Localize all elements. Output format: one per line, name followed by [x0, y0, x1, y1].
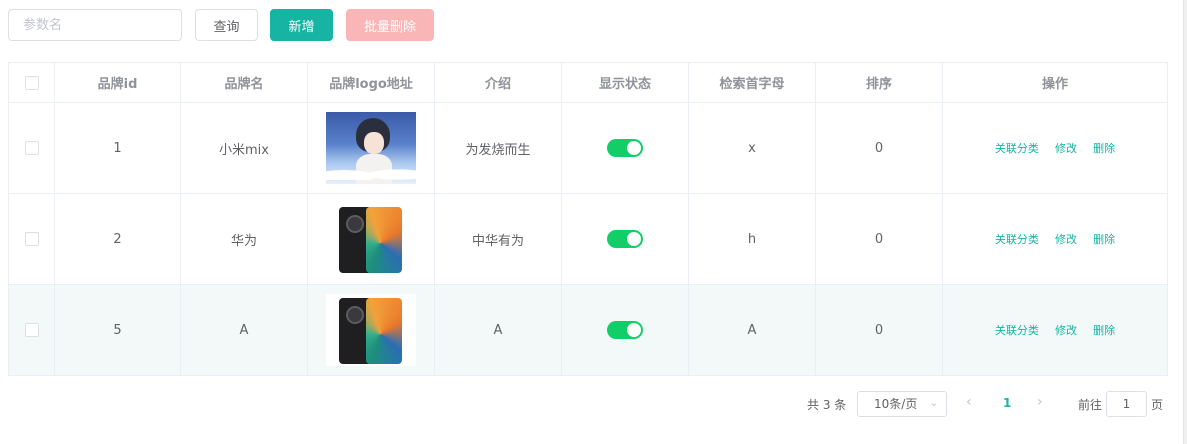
brand-logo-image	[326, 294, 416, 366]
show-status-cell	[561, 284, 689, 376]
page-number-current[interactable]: 1	[1003, 396, 1011, 410]
operations-cell: 关联分类 修改 删除	[942, 193, 1168, 285]
brand-logo-cell	[307, 193, 435, 285]
intro-cell: 为发烧而生	[434, 102, 562, 194]
header-sort: 排序	[815, 62, 943, 103]
prev-page-icon[interactable]: ‹	[966, 394, 972, 410]
table-row: 5 A A A 0 关联分类 修改 删除	[8, 284, 1168, 376]
show-status-switch[interactable]	[607, 230, 643, 248]
delete-link[interactable]: 删除	[1093, 324, 1115, 337]
brand-id-cell: 1	[54, 102, 181, 194]
row-checkbox[interactable]	[24, 141, 39, 155]
brand-logo-cell	[307, 284, 435, 376]
batch-delete-button[interactable]: 批量删除	[346, 9, 434, 41]
delete-link[interactable]: 删除	[1093, 233, 1115, 246]
table-row: 2 华为 中华有为 h 0 关联分类 修改 删除	[8, 193, 1168, 285]
header-operations: 操作	[942, 62, 1168, 103]
row-select-cell	[8, 284, 55, 376]
page-size-select[interactable]: 10条/页 ⌄	[857, 391, 947, 417]
page-size-value: 10条/页	[874, 397, 918, 411]
row-checkbox[interactable]	[24, 232, 39, 246]
sort-cell: 0	[815, 193, 943, 285]
link-category-link[interactable]: 关联分类	[995, 324, 1039, 337]
header-select-all	[8, 62, 55, 103]
edit-link[interactable]: 修改	[1055, 142, 1077, 155]
header-brand-logo: 品牌logo地址	[307, 62, 435, 103]
edit-link[interactable]: 修改	[1055, 233, 1077, 246]
add-button[interactable]: 新增	[270, 9, 333, 41]
link-category-link[interactable]: 关联分类	[995, 142, 1039, 155]
intro-cell: 中华有为	[434, 193, 562, 285]
row-select-cell	[8, 193, 55, 285]
row-select-cell	[8, 102, 55, 194]
header-brand-id: 品牌id	[54, 62, 181, 103]
first-letter-cell: h	[688, 193, 816, 285]
first-letter-cell: A	[688, 284, 816, 376]
show-status-cell	[561, 193, 689, 285]
first-letter-cell: x	[688, 102, 816, 194]
sort-cell: 0	[815, 284, 943, 376]
query-button[interactable]: 查询	[195, 9, 258, 41]
brand-id-cell: 5	[54, 284, 181, 376]
table-header-row: 品牌id 品牌名 品牌logo地址 介绍 显示状态 检索首字母 排序 操作	[8, 62, 1168, 103]
show-status-switch[interactable]	[607, 321, 643, 339]
pagination: 共 3 条 10条/页 ⌄ ‹ 1 › 前往 页	[0, 390, 1187, 418]
operations-cell: 关联分类 修改 删除	[942, 284, 1168, 376]
delete-link[interactable]: 删除	[1093, 142, 1115, 155]
brand-name-cell: 小米mix	[180, 102, 308, 194]
brand-name-cell: A	[180, 284, 308, 376]
operations-cell: 关联分类 修改 删除	[942, 102, 1168, 194]
show-status-switch[interactable]	[607, 139, 643, 157]
brand-logo-cell	[307, 102, 435, 194]
header-first-letter: 检索首字母	[688, 62, 816, 103]
intro-cell: A	[434, 284, 562, 376]
header-show-status: 显示状态	[561, 62, 689, 103]
next-page-icon[interactable]: ›	[1037, 394, 1043, 410]
row-checkbox[interactable]	[24, 323, 39, 337]
goto-suffix: 页	[1151, 398, 1164, 412]
header-brand-name: 品牌名	[180, 62, 308, 103]
page-scrollbar[interactable]	[1183, 0, 1187, 444]
brand-id-cell: 2	[54, 193, 181, 285]
goto-label: 前往	[1078, 398, 1103, 412]
sort-cell: 0	[815, 102, 943, 194]
select-all-checkbox[interactable]	[24, 75, 39, 90]
link-category-link[interactable]: 关联分类	[995, 233, 1039, 246]
search-input[interactable]	[8, 9, 182, 41]
toolbar: 查询 新增 批量删除	[8, 9, 434, 41]
brand-logo-image	[326, 112, 416, 184]
edit-link[interactable]: 修改	[1055, 324, 1077, 337]
brand-table: 品牌id 品牌名 品牌logo地址 介绍 显示状态 检索首字母 排序 操作 1 …	[8, 62, 1168, 376]
chevron-down-icon: ⌄	[929, 398, 938, 409]
goto-page-input[interactable]	[1106, 391, 1147, 417]
header-intro: 介绍	[434, 62, 562, 103]
table-row: 1 小米mix 为发烧而生 x 0 关联分类 修改 删除	[8, 102, 1168, 194]
pagination-total: 共 3 条	[807, 398, 847, 412]
show-status-cell	[561, 102, 689, 194]
brand-logo-image	[326, 203, 416, 275]
brand-name-cell: 华为	[180, 193, 308, 285]
